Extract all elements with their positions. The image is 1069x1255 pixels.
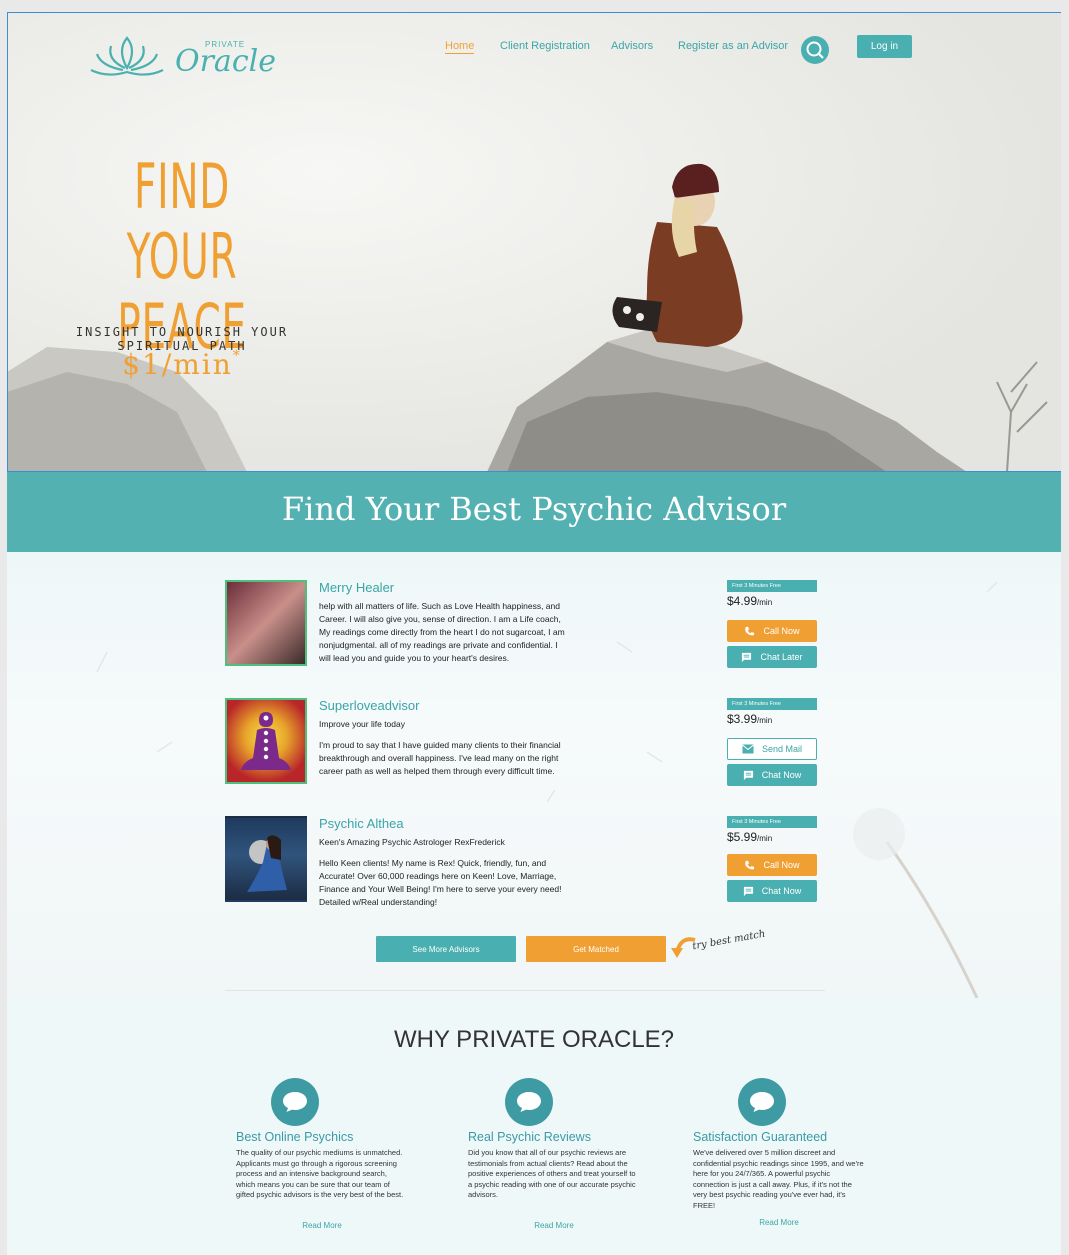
search-icon (806, 41, 824, 59)
login-button[interactable]: Log in (857, 35, 912, 58)
advisor-price-unit: /min (757, 716, 773, 725)
speech-bubble-icon (271, 1078, 319, 1126)
advisor-price-value: $4.99 (727, 594, 758, 608)
phone-icon (745, 626, 755, 635)
meditation-figure-icon (241, 712, 291, 770)
chat-later-label: Chat Later (760, 652, 803, 662)
advisor-avatar[interactable] (225, 580, 307, 666)
nav-advisors[interactable]: Advisors (611, 40, 653, 52)
feature-text: We've delivered over 5 million discreet … (693, 1148, 864, 1210)
advisor-bio: help with all matters of life. Such as L… (319, 601, 565, 663)
call-now-button[interactable]: Call Now (727, 620, 817, 642)
nav-home[interactable]: Home (445, 40, 475, 54)
advisor-card[interactable]: Merry Healer help with all matters of li… (225, 580, 825, 672)
chat-icon (743, 886, 753, 896)
search-button[interactable] (801, 36, 829, 64)
advisor-bio: I'm proud to say that I have guided many… (319, 740, 561, 776)
read-more-link[interactable]: Read More (693, 1218, 865, 1227)
chat-icon (743, 770, 753, 780)
nav-client-registration[interactable]: Client Registration (500, 40, 590, 52)
advisor-price: $3.99/min (727, 712, 772, 726)
read-more-link[interactable]: Read More (468, 1221, 640, 1230)
brand-logo[interactable]: PRIVATE Oracle (87, 34, 277, 84)
call-now-button[interactable]: Call Now (727, 854, 817, 876)
advisor-heading-band: Find Your Best Psychic Advisor (7, 472, 1061, 552)
chat-now-button[interactable]: Chat Now (727, 764, 817, 786)
advisor-list-section: Merry Healer help with all matters of li… (7, 552, 1061, 998)
why-section: WHY PRIVATE ORACLE? Best Online Psychics… (7, 998, 1061, 1255)
advisor-price-unit: /min (757, 834, 773, 843)
brand-name: Oracle (175, 44, 276, 79)
feature-title: Satisfaction Guaranteed (693, 1130, 828, 1144)
read-more-link[interactable]: Read More (236, 1221, 408, 1230)
section-divider (225, 990, 825, 991)
speech-bubble-icon (738, 1078, 786, 1126)
hero-price-asterisk: * (232, 348, 242, 364)
send-mail-button[interactable]: Send Mail (727, 738, 817, 760)
hero-section: PRIVATE Oracle Home Client Registration … (7, 12, 1061, 472)
free-minutes-badge: First 3 Minutes Free (727, 816, 817, 828)
advisor-price: $4.99/min (727, 594, 772, 608)
call-now-label: Call Now (763, 626, 800, 636)
free-minutes-badge: First 3 Minutes Free (727, 580, 817, 592)
advisor-bio: Hello Keen clients! My name is Rex! Quic… (319, 858, 562, 907)
lotus-icon (90, 36, 164, 76)
get-matched-button[interactable]: Get Matched (526, 936, 666, 962)
mail-icon (742, 744, 754, 754)
speech-bubble-icon (505, 1078, 553, 1126)
chat-now-button[interactable]: Chat Now (727, 880, 817, 902)
chat-now-label: Chat Now (761, 770, 802, 780)
advisor-name[interactable]: Merry Healer (319, 580, 394, 595)
advisor-price: $5.99/min (727, 830, 772, 844)
advisor-card[interactable]: Superloveadvisor Improve your life today… (225, 698, 825, 790)
call-now-label: Call Now (763, 860, 800, 870)
phone-icon (745, 860, 755, 869)
advisor-price-value: $3.99 (727, 712, 758, 726)
nav-register-advisor[interactable]: Register as an Advisor (678, 40, 788, 52)
chat-now-label: Chat Now (761, 886, 802, 896)
free-minutes-badge: First 3 Minutes Free (727, 698, 817, 710)
hero-headline-line1: FIND YOUR (126, 150, 238, 293)
hero-price-value: $1/min (122, 348, 233, 381)
advisor-name[interactable]: Psychic Althea (319, 816, 404, 831)
why-title: WHY PRIVATE ORACLE? (393, 1026, 675, 1053)
feature-title: Real Psychic Reviews (468, 1130, 591, 1144)
advisor-avatar[interactable] (225, 816, 307, 902)
feature-text: Did you know that all of our psychic rev… (468, 1148, 636, 1199)
portrait-figure-icon (247, 835, 287, 892)
advisor-card[interactable]: Psychic Althea Keen's Amazing Psychic As… (225, 816, 825, 908)
page: PRIVATE Oracle Home Client Registration … (7, 12, 1061, 1255)
advisor-price-value: $5.99 (727, 830, 758, 844)
feature-title: Best Online Psychics (236, 1130, 354, 1144)
send-mail-label: Send Mail (761, 744, 803, 754)
advisor-tagline: Keen's Amazing Psychic Astrologer RexFre… (319, 837, 505, 847)
advisor-price-unit: /min (757, 598, 773, 607)
advisor-name[interactable]: Superloveadvisor (319, 698, 419, 713)
chat-icon (742, 652, 752, 662)
advisor-section-title: Find Your Best Psychic Advisor (281, 490, 787, 528)
advisor-avatar[interactable] (225, 698, 307, 784)
feature-text: The quality of our psychic mediums is un… (236, 1148, 404, 1199)
chat-later-button[interactable]: Chat Later (727, 646, 817, 668)
hero-price: $1/min* (67, 348, 297, 381)
see-more-advisors-button[interactable]: See More Advisors (376, 936, 516, 962)
advisor-tagline: Improve your life today (319, 719, 405, 729)
